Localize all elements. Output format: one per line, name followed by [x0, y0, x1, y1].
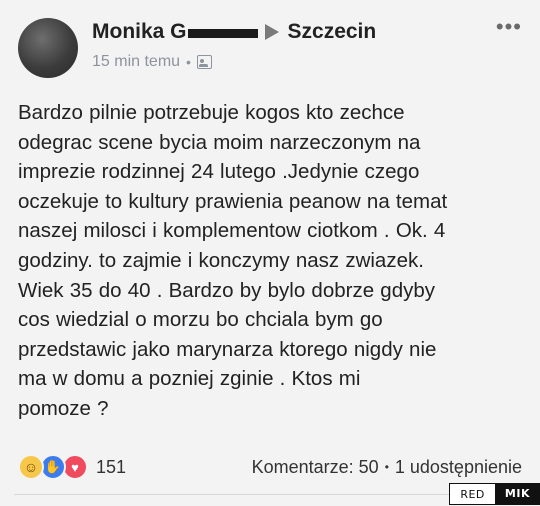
post-footer: ☺ ✋ ♥ 151 Komentarze: 50 • 1 udostępnienie	[18, 452, 524, 482]
meta-separator: •	[186, 54, 191, 70]
post-header: Monika G Szczecin 15 min temu • •••	[14, 16, 526, 82]
post-text: Bardzo pilnie potrzebuje kogos kto zechc…	[18, 101, 448, 420]
name-redaction-bar	[187, 28, 258, 38]
author-name[interactable]: Monika G	[92, 20, 187, 44]
watermark: RED MIK	[449, 483, 540, 505]
post-timestamp[interactable]: 15 min temu	[92, 53, 180, 71]
group-audience-icon	[196, 55, 212, 69]
comments-count-link[interactable]: Komentarze: 50	[252, 457, 379, 477]
shares-count-link[interactable]: 1 udostępnienie	[395, 457, 522, 477]
engagement-stats: Komentarze: 50 • 1 udostępnienie	[252, 457, 522, 478]
reactions-summary[interactable]: ☺ ✋ ♥ 151	[18, 454, 126, 480]
post-meta: 15 min temu •	[92, 53, 212, 71]
haha-reaction-icon: ☺	[18, 454, 44, 480]
watermark-right: MIK	[494, 483, 540, 505]
author-row: Monika G Szczecin	[92, 20, 376, 44]
stats-separator: •	[384, 460, 389, 474]
reaction-count: 151	[96, 456, 127, 477]
watermark-left: RED	[449, 483, 495, 505]
author-avatar[interactable]	[18, 18, 78, 78]
footer-divider	[14, 494, 454, 495]
arrow-right-icon	[264, 24, 279, 40]
more-options-icon[interactable]: •••	[496, 16, 522, 38]
group-name[interactable]: Szczecin	[288, 20, 377, 44]
